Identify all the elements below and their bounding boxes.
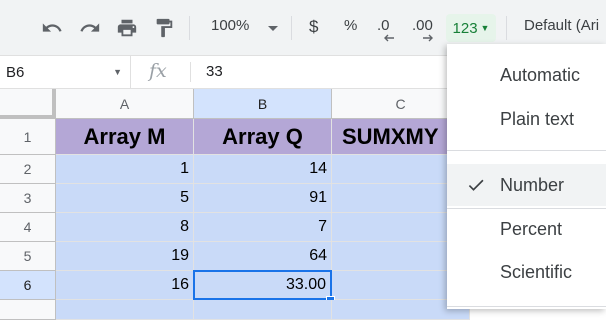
check-icon xyxy=(466,175,486,200)
currency-format-button[interactable]: $ xyxy=(309,17,318,37)
cell-a7[interactable] xyxy=(56,300,194,320)
caret-down-icon: ▼ xyxy=(480,23,490,33)
menu-item-label: Plain text xyxy=(500,108,575,129)
paint-format-icon[interactable] xyxy=(150,14,178,42)
arrow-left-icon xyxy=(384,34,394,42)
cell-b4[interactable]: 7 xyxy=(194,213,332,242)
print-icon[interactable] xyxy=(113,14,141,42)
fx-icon: fx xyxy=(149,60,167,82)
row-header-7[interactable] xyxy=(0,300,56,320)
cell-b1[interactable]: Array Q xyxy=(194,119,332,155)
cell-a4[interactable]: 8 xyxy=(56,213,194,242)
menu-item-label: Scientific xyxy=(500,261,573,282)
increase-decimal-label: .00 xyxy=(412,17,433,34)
row-header-3[interactable]: 3 xyxy=(0,184,56,213)
row-header-4[interactable]: 4 xyxy=(0,213,56,242)
menu-item-plain-text[interactable]: Plain text xyxy=(447,98,606,140)
cell-b2[interactable]: 14 xyxy=(194,155,332,184)
menu-item-number[interactable]: Number xyxy=(447,164,606,206)
column-header-a[interactable]: A xyxy=(56,89,194,119)
arrow-right-icon xyxy=(423,34,433,42)
toolbar-divider xyxy=(291,16,292,40)
row-header-1[interactable]: 1 xyxy=(0,119,56,155)
undo-icon[interactable] xyxy=(38,14,66,42)
cell-b6-selected[interactable]: 33.00 xyxy=(193,270,332,300)
cell-a3[interactable]: 5 xyxy=(56,184,194,213)
formula-input[interactable]: 33 xyxy=(206,63,223,80)
decrease-decimal-button[interactable]: .0 xyxy=(377,17,394,42)
font-select[interactable]: Default (Ari xyxy=(524,17,599,34)
name-box-value: B6 xyxy=(6,63,25,81)
more-formats-label: 123 xyxy=(452,19,478,37)
menu-item-scientific[interactable]: Scientific xyxy=(447,251,606,293)
menu-item-label: Percent xyxy=(500,218,563,239)
menu-divider xyxy=(447,306,606,307)
menu-item-label: Number xyxy=(500,174,565,195)
increase-decimal-button[interactable]: .00 xyxy=(412,17,433,42)
name-box[interactable]: B6 ▼ xyxy=(0,56,131,88)
row-header-6[interactable]: 6 xyxy=(0,271,56,300)
menu-item-percent[interactable]: Percent xyxy=(447,208,606,250)
formula-divider xyxy=(190,62,191,82)
menu-item-label: Automatic xyxy=(500,64,581,85)
more-formats-button[interactable]: 123 ▼ xyxy=(446,14,496,42)
menu-divider xyxy=(447,150,606,151)
menu-item-automatic[interactable]: Automatic xyxy=(447,54,606,96)
toolbar-divider xyxy=(189,16,190,40)
cell-a1[interactable]: Array M xyxy=(56,119,194,155)
cell-b7[interactable] xyxy=(194,300,332,320)
column-header-b[interactable]: B xyxy=(194,89,332,119)
zoom-select[interactable]: 100% xyxy=(211,17,249,34)
cell-b3[interactable]: 91 xyxy=(194,184,332,213)
cell-a2[interactable]: 1 xyxy=(56,155,194,184)
decrease-decimal-label: .0 xyxy=(377,17,390,34)
percent-format-button[interactable]: % xyxy=(344,17,357,34)
row-header-5[interactable]: 5 xyxy=(0,242,56,271)
row-header-2[interactable]: 2 xyxy=(0,155,56,184)
toolbar-divider xyxy=(506,16,507,40)
cell-a5[interactable]: 19 xyxy=(56,242,194,271)
caret-down-icon: ▼ xyxy=(113,67,122,77)
cell-a6[interactable]: 16 xyxy=(56,271,194,300)
redo-icon[interactable] xyxy=(76,14,104,42)
select-all-corner[interactable] xyxy=(0,89,56,119)
number-format-menu: Automatic Plain text Number Percent Scie… xyxy=(447,44,606,309)
chevron-down-icon[interactable] xyxy=(259,15,287,43)
cell-b5[interactable]: 64 xyxy=(194,242,332,271)
